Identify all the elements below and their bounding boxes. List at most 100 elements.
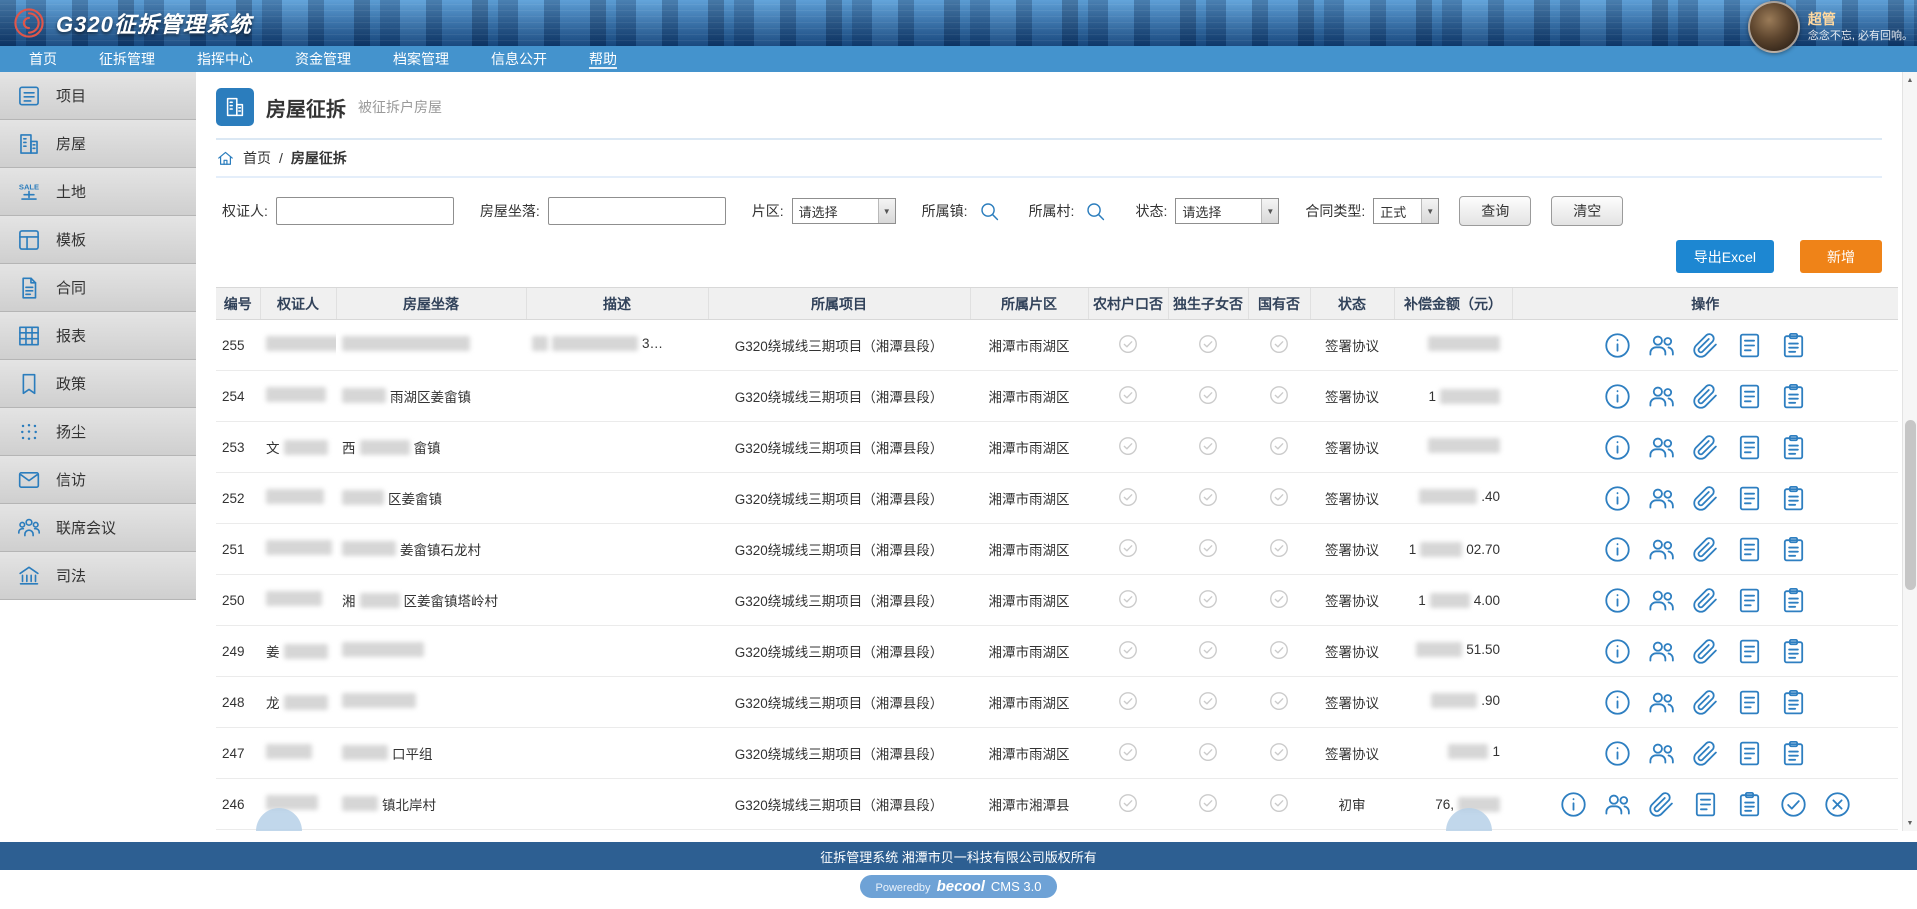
sidebar-item-label: 合同 xyxy=(56,277,86,298)
users-icon[interactable] xyxy=(1647,535,1676,564)
scroll-up-arrow[interactable]: ▲ xyxy=(1903,72,1917,88)
users-icon[interactable] xyxy=(1647,586,1676,615)
info-icon[interactable] xyxy=(1603,331,1632,360)
cell-text: 4.00 xyxy=(1474,593,1500,608)
export-excel-button[interactable]: 导出Excel xyxy=(1676,240,1774,273)
clipboard-icon[interactable] xyxy=(1779,535,1808,564)
info-icon[interactable] xyxy=(1559,790,1588,819)
attachment-icon[interactable] xyxy=(1691,535,1720,564)
approve-icon[interactable] xyxy=(1779,790,1808,819)
users-icon[interactable] xyxy=(1647,739,1676,768)
sidebar-item-meeting[interactable]: 联席会议 xyxy=(0,504,196,552)
sidebar-item-contract[interactable]: 合同 xyxy=(0,264,196,312)
clipboard-icon[interactable] xyxy=(1779,688,1808,717)
attachment-icon[interactable] xyxy=(1691,331,1720,360)
row-desc: 3… xyxy=(526,320,708,371)
village-search-button[interactable] xyxy=(1082,200,1109,223)
search-button[interactable]: 查询 xyxy=(1459,196,1531,226)
clipboard-icon[interactable] xyxy=(1779,637,1808,666)
sidebar-item-template[interactable]: 模板 xyxy=(0,216,196,264)
info-icon[interactable] xyxy=(1603,484,1632,513)
document-icon[interactable] xyxy=(1735,586,1764,615)
area-select[interactable]: 请选择▼ xyxy=(792,198,896,224)
nav-item-command[interactable]: 指挥中心 xyxy=(176,46,274,72)
sidebar-item-label: 政策 xyxy=(56,373,86,394)
nav-item-archives[interactable]: 档案管理 xyxy=(372,46,470,72)
table-row: 2553…G320绕城线三期项目（湘潭县段）湘潭市雨湖区签署协议 xyxy=(216,320,1898,371)
info-icon[interactable] xyxy=(1603,739,1632,768)
users-icon[interactable] xyxy=(1647,484,1676,513)
sidebar-item-land[interactable]: 土地 xyxy=(0,168,196,216)
document-icon[interactable] xyxy=(1735,688,1764,717)
sidebar-item-label: 信访 xyxy=(56,469,86,490)
user-menu[interactable]: 超管 念念不忘, 必有回响。 xyxy=(1748,1,1913,53)
reject-icon[interactable] xyxy=(1823,790,1852,819)
nav-item-home[interactable]: 首页 xyxy=(8,46,78,72)
breadcrumb-home[interactable]: 首页 xyxy=(243,148,271,168)
nav-item-funds[interactable]: 资金管理 xyxy=(274,46,372,72)
document-icon[interactable] xyxy=(1735,739,1764,768)
nav-item-help[interactable]: 帮助 xyxy=(568,46,638,72)
scrollbar-thumb[interactable] xyxy=(1905,420,1916,590)
document-icon[interactable] xyxy=(1735,433,1764,462)
add-button[interactable]: 新增 xyxy=(1800,240,1882,273)
clipboard-icon[interactable] xyxy=(1779,586,1808,615)
info-icon[interactable] xyxy=(1603,535,1632,564)
sidebar-item-policy[interactable]: 政策 xyxy=(0,360,196,408)
owner-input[interactable] xyxy=(276,197,454,225)
info-icon[interactable] xyxy=(1603,382,1632,411)
town-search-button[interactable] xyxy=(976,200,1003,223)
clipboard-icon[interactable] xyxy=(1779,484,1808,513)
info-icon[interactable] xyxy=(1603,433,1632,462)
document-icon[interactable] xyxy=(1691,790,1720,819)
info-icon[interactable] xyxy=(1603,688,1632,717)
sidebar-item-petition[interactable]: 信访 xyxy=(0,456,196,504)
attachment-icon[interactable] xyxy=(1691,586,1720,615)
document-icon[interactable] xyxy=(1735,331,1764,360)
users-icon[interactable] xyxy=(1647,688,1676,717)
document-icon[interactable] xyxy=(1735,382,1764,411)
clear-button[interactable]: 清空 xyxy=(1551,196,1623,226)
column-header-rural: 农村户口否 xyxy=(1088,288,1168,320)
clipboard-icon[interactable] xyxy=(1779,331,1808,360)
users-icon[interactable] xyxy=(1603,790,1632,819)
sidebar-item-report[interactable]: 报表 xyxy=(0,312,196,360)
document-icon[interactable] xyxy=(1735,484,1764,513)
attachment-icon[interactable] xyxy=(1691,637,1720,666)
attachment-icon[interactable] xyxy=(1691,484,1720,513)
attachment-icon[interactable] xyxy=(1647,790,1676,819)
attachment-icon[interactable] xyxy=(1691,688,1720,717)
status-select[interactable]: 请选择▼ xyxy=(1175,198,1279,224)
row-id: 247 xyxy=(216,728,260,779)
users-icon[interactable] xyxy=(1647,637,1676,666)
info-icon[interactable] xyxy=(1603,586,1632,615)
attachment-icon[interactable] xyxy=(1691,382,1720,411)
document-icon[interactable] xyxy=(1735,637,1764,666)
scroll-down-arrow[interactable]: ▼ xyxy=(1903,815,1917,831)
info-icon[interactable] xyxy=(1603,637,1632,666)
home-icon[interactable] xyxy=(216,149,235,168)
nav-item-levy[interactable]: 征拆管理 xyxy=(78,46,176,72)
scrollbar[interactable]: ▲ ▼ xyxy=(1902,72,1917,831)
users-icon[interactable] xyxy=(1647,382,1676,411)
sidebar-item-dust[interactable]: 扬尘 xyxy=(0,408,196,456)
users-icon[interactable] xyxy=(1647,433,1676,462)
sidebar-item-house[interactable]: 房屋 xyxy=(0,120,196,168)
document-icon[interactable] xyxy=(1735,535,1764,564)
clipboard-icon[interactable] xyxy=(1779,433,1808,462)
users-icon[interactable] xyxy=(1647,331,1676,360)
attachment-icon[interactable] xyxy=(1691,433,1720,462)
attachment-icon[interactable] xyxy=(1691,739,1720,768)
table-header-row: 编号权证人房屋坐落描述所属项目所属片区农村户口否独生子女否国有否状态补偿金额（元… xyxy=(216,288,1898,320)
avatar[interactable] xyxy=(1748,1,1800,53)
nav-item-public-info[interactable]: 信息公开 xyxy=(470,46,568,72)
clipboard-icon[interactable] xyxy=(1779,739,1808,768)
clipboard-icon[interactable] xyxy=(1735,790,1764,819)
sidebar-item-justice[interactable]: 司法 xyxy=(0,552,196,600)
clipboard-icon[interactable] xyxy=(1779,382,1808,411)
address-input[interactable] xyxy=(548,197,726,225)
sidebar-item-project[interactable]: 项目 xyxy=(0,72,196,120)
contract_type-select[interactable]: 正式▼ xyxy=(1373,198,1439,224)
row-district: 湘潭市雨湖区 xyxy=(970,575,1088,626)
check-circle-icon xyxy=(1197,537,1219,559)
